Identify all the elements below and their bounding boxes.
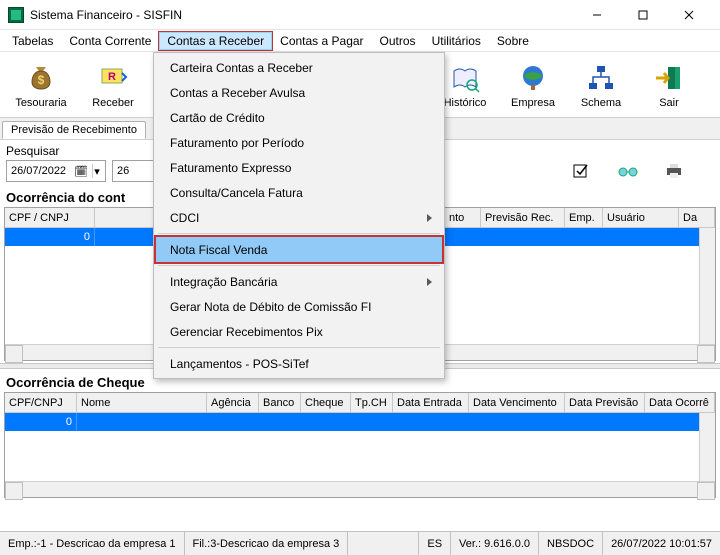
menu-separator [158,265,440,266]
book-icon [448,61,482,95]
toolbar-tesouraria[interactable]: $ Tesouraria [6,61,76,109]
toolbar-label: Schema [581,97,621,109]
menu-item-nota-fiscal-venda[interactable]: Nota Fiscal Venda [155,236,443,263]
toolbar-label: Receber [92,97,134,109]
grid2-header: CPF/CNPJ Nome Agência Banco Cheque Tp.CH… [5,393,715,413]
menu-item-faturamento-expresso[interactable]: Faturamento Expresso [156,155,442,180]
menu-item-integracao-bancaria[interactable]: Integração Bancária [156,269,442,294]
col-da[interactable]: Da [679,208,715,228]
menu-item-faturamento-periodo[interactable]: Faturamento por Período [156,130,442,155]
col2-cheque[interactable]: Cheque [301,393,351,413]
menu-outros[interactable]: Outros [372,32,424,50]
col-usuario[interactable]: Usuário [603,208,679,228]
maximize-button[interactable] [620,0,666,30]
status-timestamp: 26/07/2022 10:01:57 [603,532,720,555]
status-emp: Emp.:-1 - Descricao da empresa 1 [0,532,185,555]
menu-utilitarios[interactable]: Utilitários [424,32,489,50]
toolbar-schema[interactable]: Schema [568,61,634,109]
toolbar-label: Sair [659,97,679,109]
menu-item-consulta-cancela[interactable]: Consulta/Cancela Fatura [156,180,442,205]
date-to-input[interactable]: 26 [112,160,158,182]
scrollbar-horizontal[interactable] [5,481,715,497]
svg-text:$: $ [38,73,45,87]
title-bar: Sistema Financeiro - SISFIN [0,0,720,30]
menu-item-cdci[interactable]: CDCI [156,205,442,230]
menu-contas-a-pagar[interactable]: Contas a Pagar [272,32,371,50]
date-to-value: 26 [117,165,129,177]
col-cpf-cnpj[interactable]: CPF / CNPJ [5,208,95,228]
toolbar-label: Histórico [444,97,487,109]
menu-sobre[interactable]: Sobre [489,32,537,50]
grid-ocorrencia-cheque: CPF/CNPJ Nome Agência Banco Cheque Tp.CH… [4,392,716,498]
minimize-button[interactable] [574,0,620,30]
check-icon[interactable] [572,162,592,180]
menu-bar: Tabelas Conta Corrente Contas a Receber … [0,30,720,52]
col2-data-ocor[interactable]: Data Ocorrê [645,393,715,413]
menu-item-lancamentos-pos[interactable]: Lançamentos - POS-SiTef [156,351,442,376]
cell-cpf: 0 [5,228,95,246]
hierarchy-icon [584,61,618,95]
scrollbar-vertical[interactable] [699,413,715,481]
col2-data-venc[interactable]: Data Vencimento [469,393,565,413]
close-button[interactable] [666,0,712,30]
menu-dropdown-contas-a-receber: Carteira Contas a Receber Contas a Receb… [153,52,445,379]
cell2-cpf: 0 [5,413,77,431]
col2-agencia[interactable]: Agência [207,393,259,413]
menu-separator [158,233,440,234]
status-bar: Emp.:-1 - Descricao da empresa 1 Fil.:3-… [0,531,720,555]
date-from-input[interactable]: 26/07/2022 🗓 ▾ [6,160,106,182]
col2-banco[interactable]: Banco [259,393,301,413]
toolbar-label: Empresa [511,97,555,109]
app-icon [8,7,24,23]
menu-contas-a-receber[interactable]: Contas a Receber [159,32,272,50]
status-es: ES [419,532,451,555]
col2-data-entrada[interactable]: Data Entrada [393,393,469,413]
col2-cpf[interactable]: CPF/CNPJ [5,393,77,413]
calendar-icon: 🗓 [74,165,88,178]
toolbar-empresa[interactable]: Empresa [500,61,566,109]
menu-item-gerenciar-pix[interactable]: Gerenciar Recebimentos Pix [156,319,442,344]
col-previsao-rec[interactable]: Previsão Rec. [481,208,565,228]
printer-icon[interactable] [664,162,684,180]
globe-icon [516,61,550,95]
menu-tabelas[interactable]: Tabelas [4,32,61,50]
scrollbar-vertical[interactable] [699,228,715,344]
window-title: Sistema Financeiro - SISFIN [30,8,574,22]
receive-icon: R [96,61,130,95]
col-nto[interactable]: nto [445,208,481,228]
status-ver: Ver.: 9.616.0.0 [451,532,539,555]
menu-item-avulsa[interactable]: Contas a Receber Avulsa [156,80,442,105]
status-db: NBSDOC [539,532,603,555]
menu-item-carteira[interactable]: Carteira Contas a Receber [156,55,442,80]
toolbar-sair[interactable]: Sair [636,61,702,109]
menu-item-gerar-nota-debito[interactable]: Gerar Nota de Débito de Comissão FI [156,294,442,319]
menu-conta-corrente[interactable]: Conta Corrente [61,32,159,50]
grid2-body[interactable]: 0 [5,413,715,481]
table-row[interactable]: 0 [5,413,715,431]
menu-item-cartao-credito[interactable]: Cartão de Crédito [156,105,442,130]
date-from-value: 26/07/2022 [11,165,66,177]
col2-nome[interactable]: Nome [77,393,207,413]
col2-tpch[interactable]: Tp.CH [351,393,393,413]
status-fil: Fil.:3-Descricao da empresa 3 [185,532,349,555]
tab-previsao-recebimento[interactable]: Previsão de Recebimento [2,121,146,139]
col2-data-prev[interactable]: Data Previsão [565,393,645,413]
toolbar-receber[interactable]: R Receber [78,61,148,109]
glasses-icon[interactable] [618,162,638,180]
col-emp[interactable]: Emp. [565,208,603,228]
svg-text:R: R [108,71,116,83]
toolbar-label: Tesouraria [15,97,66,109]
menu-separator [158,347,440,348]
chevron-down-icon[interactable]: ▾ [92,164,101,178]
money-bag-icon: $ [24,61,58,95]
exit-icon [652,61,686,95]
